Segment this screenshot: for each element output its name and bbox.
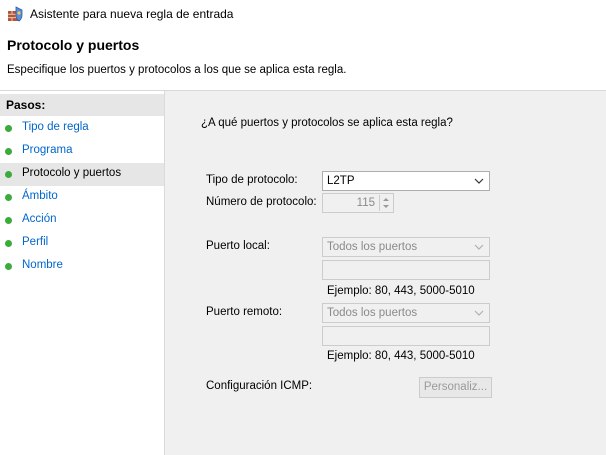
step-label[interactable]: Ámbito: [22, 190, 58, 202]
step-label[interactable]: Tipo de regla: [22, 121, 89, 133]
icmp-label: Configuración ICMP:: [206, 380, 313, 392]
chevron-down-icon: [474, 310, 484, 316]
window-title: Asistente para nueva regla de entrada: [30, 7, 234, 21]
step-tipo-de-regla[interactable]: Tipo de regla: [0, 117, 164, 140]
step-status-dot-icon: [5, 240, 12, 247]
stepper-arrows[interactable]: [379, 195, 392, 211]
step-perfil[interactable]: Perfil: [0, 232, 164, 255]
step-status-dot-icon: [5, 263, 12, 270]
local-port-example: Ejemplo: 80, 443, 5000-5010: [327, 285, 475, 297]
protocol-type-label: Tipo de protocolo:: [206, 174, 298, 186]
local-port-input[interactable]: [322, 260, 490, 280]
question-text: ¿A qué puertos y protocolos se aplica es…: [201, 117, 453, 129]
remote-port-select[interactable]: Todos los puertos: [322, 303, 490, 323]
stepper-up-down-icon: [383, 198, 389, 208]
step-status-dot-icon: [5, 217, 12, 224]
chevron-down-icon: [474, 178, 484, 184]
step-label[interactable]: Nombre: [22, 259, 63, 271]
local-port-select[interactable]: Todos los puertos: [322, 237, 490, 257]
step-protocolo-y-puertos[interactable]: Protocolo y puertos: [0, 163, 164, 186]
step-label[interactable]: Acción: [22, 213, 57, 225]
page-description: Especifique los puertos y protocolos a l…: [7, 64, 347, 76]
remote-port-label: Puerto remoto:: [206, 306, 283, 318]
protocol-number-stepper[interactable]: 115: [322, 193, 394, 213]
step-label[interactable]: Programa: [22, 144, 73, 156]
remote-port-value: Todos los puertos: [327, 307, 418, 319]
step-programa[interactable]: Programa: [0, 140, 164, 163]
title-bar: Asistente para nueva regla de entrada: [0, 0, 606, 28]
page-title: Protocolo y puertos: [7, 37, 140, 53]
chevron-down-icon: [474, 244, 484, 250]
steps-label: Pasos:: [0, 94, 164, 116]
step-label: Protocolo y puertos: [22, 167, 122, 179]
main-panel: ¿A qué puertos y protocolos se aplica es…: [165, 91, 606, 455]
local-port-value: Todos los puertos: [327, 241, 418, 253]
step-status-dot-icon: [5, 171, 12, 178]
step-status-dot-icon: [5, 125, 12, 132]
step-ambito[interactable]: Ámbito: [0, 186, 164, 209]
step-label[interactable]: Perfil: [22, 236, 48, 248]
page-header: Protocolo y puertos Especifique los puer…: [0, 28, 606, 90]
remote-port-input[interactable]: [322, 326, 490, 346]
step-nombre[interactable]: Nombre: [0, 255, 164, 278]
customize-icmp-button[interactable]: Personaliz...: [419, 377, 492, 398]
steps-list: Tipo de regla Programa Protocolo y puert…: [0, 117, 164, 278]
protocol-number-label: Número de protocolo:: [206, 196, 317, 208]
local-port-label: Puerto local:: [206, 240, 270, 252]
protocol-number-value: 115: [356, 197, 375, 209]
step-status-dot-icon: [5, 194, 12, 201]
protocol-type-value: L2TP: [327, 175, 355, 187]
step-accion[interactable]: Acción: [0, 209, 164, 232]
step-status-dot-icon: [5, 148, 12, 155]
remote-port-example: Ejemplo: 80, 443, 5000-5010: [327, 350, 475, 362]
firewall-wizard-icon: [8, 6, 23, 22]
protocol-type-select[interactable]: L2TP: [322, 171, 490, 191]
steps-sidebar: Pasos: Tipo de regla Programa Protocolo …: [0, 91, 164, 455]
